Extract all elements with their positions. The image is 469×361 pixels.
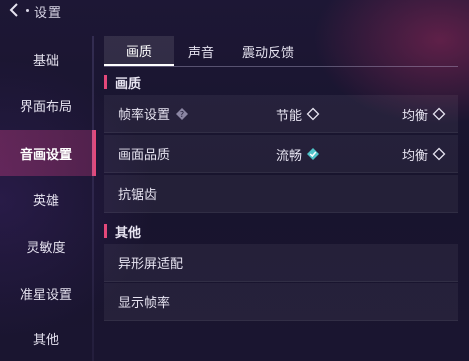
sidebar-item-basic[interactable]: 基础	[0, 36, 92, 82]
tab-sound[interactable]: 声音	[174, 36, 228, 66]
sidebar-item-audio-video[interactable]: 音画设置	[0, 130, 96, 176]
svg-text:?: ?	[180, 110, 184, 119]
sidebar-item-label: 其他	[32, 332, 59, 348]
quality-option-smooth[interactable]: 流畅	[276, 135, 320, 173]
setting-label: 帧率设置	[118, 108, 171, 123]
help-icon[interactable]: ?	[176, 108, 188, 120]
setting-row-antialias[interactable]: 抗锯齿	[104, 175, 458, 213]
sidebar-item-label: 界面布局	[19, 99, 72, 115]
setting-row-picture-quality: 画面品质 流畅 均衡	[104, 135, 458, 173]
sidebar-item-label: 灵敏度	[26, 240, 66, 256]
setting-row-frame-rate: 帧率设置 ? 节能 均衡	[104, 95, 458, 133]
settings-content: 画质 声音 震动反馈 画质 帧率设置 ? 节能 均衡 画面品质 流畅 均衡 抗锯…	[104, 36, 458, 361]
sidebar-item-crosshair[interactable]: 准星设置	[0, 270, 92, 316]
back-arrow-icon[interactable]	[6, 2, 22, 18]
tab-bar: 画质 声音 震动反馈	[104, 36, 308, 66]
sidebar-item-hero[interactable]: 英雄	[0, 176, 92, 222]
section-title: 其他	[115, 225, 142, 241]
tab-underline	[104, 66, 458, 67]
sidebar-item-label: 基础	[32, 53, 59, 69]
option-label: 均衡	[402, 108, 429, 124]
sidebar-item-label: 英雄	[32, 193, 59, 209]
tab-graphics[interactable]: 画质	[104, 36, 174, 66]
section-header-graphics: 画质	[104, 72, 141, 92]
option-label: 流畅	[276, 148, 303, 164]
setting-label: 异形屏适配	[118, 257, 184, 272]
setting-label: 抗锯齿	[118, 188, 158, 203]
diamond-checked-icon	[307, 148, 320, 160]
title-dot	[26, 9, 29, 12]
diamond-unchecked-icon	[432, 147, 446, 161]
quality-option-balanced[interactable]: 均衡	[402, 135, 446, 173]
section-accent-bar	[104, 224, 107, 238]
sidebar-item-label: 音画设置	[19, 147, 72, 163]
section-title: 画质	[115, 76, 142, 92]
setting-label: 画面品质	[118, 148, 171, 163]
frame-rate-option-powersave[interactable]: 节能	[276, 95, 320, 133]
diamond-unchecked-icon	[432, 107, 446, 121]
tab-vibration[interactable]: 震动反馈	[228, 36, 308, 66]
setting-row-notch-adapt[interactable]: 异形屏适配	[104, 244, 458, 282]
frame-rate-option-balanced[interactable]: 均衡	[402, 95, 446, 133]
option-label: 均衡	[402, 148, 429, 164]
diamond-unchecked-icon	[306, 107, 320, 121]
option-label: 节能	[276, 108, 303, 124]
top-bar: 设置	[0, 0, 469, 22]
section-accent-bar	[104, 75, 107, 89]
setting-label: 显示帧率	[118, 296, 171, 311]
setting-row-show-fps[interactable]: 显示帧率	[104, 283, 458, 321]
sidebar-divider	[92, 36, 94, 361]
section-header-other: 其他	[104, 221, 141, 241]
sidebar-item-label: 准星设置	[19, 287, 72, 303]
page-title: 设置	[34, 6, 63, 21]
sidebar-item-sensitivity[interactable]: 灵敏度	[0, 223, 92, 269]
sidebar: 基础 界面布局 音画设置 英雄 灵敏度 准星设置 其他	[0, 36, 96, 361]
sidebar-item-other[interactable]: 其他	[0, 315, 92, 361]
sidebar-item-layout[interactable]: 界面布局	[0, 82, 92, 128]
